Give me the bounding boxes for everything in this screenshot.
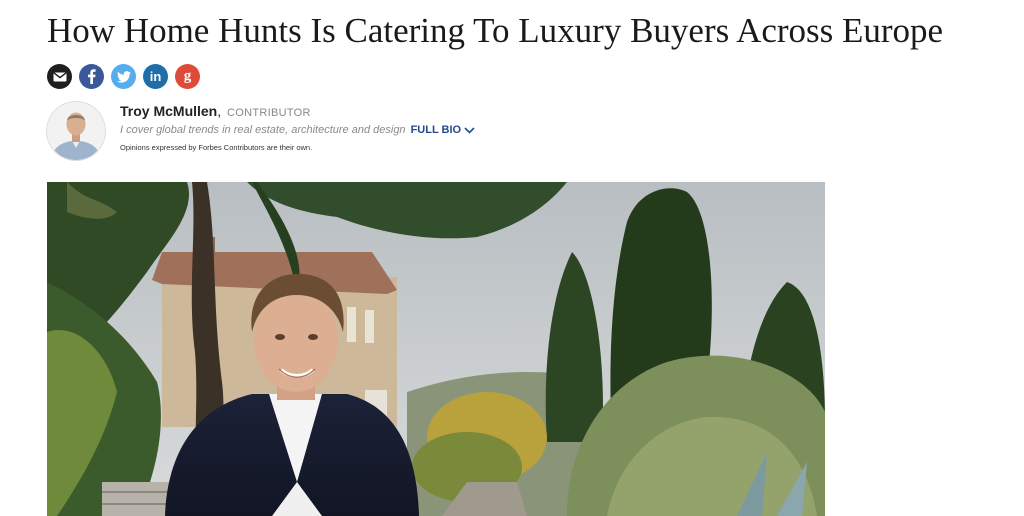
author-line: Troy McMullen, CONTRIBUTOR [120,102,475,122]
chevron-down-icon [464,126,475,134]
full-bio-label: FULL BIO [410,124,462,136]
author-avatar[interactable] [47,102,105,160]
author-separator: , [217,103,222,119]
google-plus-icon: g [183,68,192,84]
share-email-button[interactable] [47,64,72,89]
share-linkedin-button[interactable]: in [143,64,168,89]
hero-image [47,182,825,516]
share-twitter-button[interactable] [111,64,136,89]
author-block: Troy McMullen, CONTRIBUTOR I cover globa… [120,102,475,152]
article-headline: How Home Hunts Is Catering To Luxury Buy… [47,11,944,50]
facebook-icon [88,69,96,84]
share-facebook-button[interactable] [79,64,104,89]
envelope-icon [52,71,67,81]
contributor-disclaimer: Opinions expressed by Forbes Contributor… [120,143,313,152]
bio-line: I cover global trends in real estate, ar… [120,124,475,136]
linkedin-icon: in [149,69,162,84]
twitter-icon [116,70,131,83]
author-role: CONTRIBUTOR [227,107,311,119]
author-tagline: I cover global trends in real estate, ar… [120,124,406,136]
share-bar: in g [47,64,200,89]
author-name-link[interactable]: Troy McMullen [120,103,217,119]
full-bio-button[interactable]: FULL BIO [411,124,476,136]
share-google-plus-button[interactable]: g [175,64,200,89]
